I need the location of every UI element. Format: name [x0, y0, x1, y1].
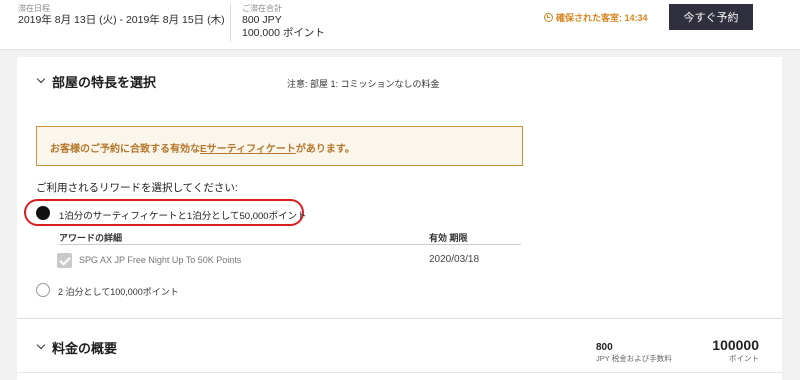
- total-caption: ご滞在合計: [242, 4, 282, 13]
- book-now-button[interactable]: 今すぐ予約: [669, 4, 753, 30]
- room-features-title[interactable]: 部屋の特長を選択: [52, 72, 156, 91]
- clock-icon: [544, 13, 553, 22]
- room-features-note: 注意: 部屋 1: コミッションなしの料金: [287, 79, 440, 89]
- certificate-checkbox[interactable]: [57, 253, 72, 268]
- ecertificate-link[interactable]: Eサーティフィケート: [200, 144, 296, 155]
- certificate-name: SPG AX JP Free Night Up To 50K Points: [79, 255, 242, 265]
- stay-dates: 滞在日程 2019年 8月 13日 (火) - 2019年 8月 15日 (木): [18, 4, 228, 27]
- reward-option-2-radio[interactable]: [36, 283, 50, 297]
- certificate-notice-text: お客様のご予約に合致する有効なEサーティフィケートがあります。: [50, 140, 355, 155]
- cert-notice-prefix: お客様のご予約に合致する有効な: [50, 144, 200, 155]
- rate-summary-title[interactable]: 料金の概要: [52, 338, 117, 357]
- bottom-divider: [17, 372, 782, 373]
- total-points: 100,000 ポイント: [242, 27, 325, 39]
- reward-option-2-label[interactable]: 2 泊分として100,000ポイント: [58, 285, 179, 298]
- price-label: JPY 税金および手数料: [596, 354, 672, 363]
- reward-option-1-radio[interactable]: [36, 206, 50, 220]
- award-details-header: アワードの詳細: [59, 233, 123, 243]
- cert-notice-suffix: があります。: [295, 144, 355, 155]
- price-value: 800: [596, 342, 613, 353]
- reservation-header: 滞在日程 2019年 8月 13日 (火) - 2019年 8月 15日 (木)…: [0, 0, 800, 50]
- total-jpy: 800 JPY: [242, 14, 282, 26]
- reward-question: ご利用されるリワードを選択してください:: [36, 182, 238, 194]
- timer-label: 確保された客室: 14:34: [556, 13, 648, 23]
- points-value: 100000: [712, 337, 759, 353]
- expiry-header: 有効 期限: [429, 233, 468, 243]
- header-divider: [230, 4, 231, 42]
- stay-value: 2019年 8月 13日 (火) - 2019年 8月 15日 (木): [18, 14, 225, 26]
- section-divider: [17, 318, 782, 319]
- reward-option-1-label[interactable]: 1泊分のサーティフィケートと1泊分として50,000ポイント: [59, 208, 307, 222]
- stay-caption: 滞在日程: [18, 4, 50, 13]
- room-hold-timer: 確保された客室: 14:34: [544, 11, 648, 24]
- points-label: ポイント: [729, 354, 759, 363]
- certificate-expiry: 2020/03/18: [429, 254, 480, 265]
- table-header-divider: [59, 244, 521, 245]
- stay-total: ご滞在合計 800 JPY 100,000 ポイント: [242, 4, 325, 40]
